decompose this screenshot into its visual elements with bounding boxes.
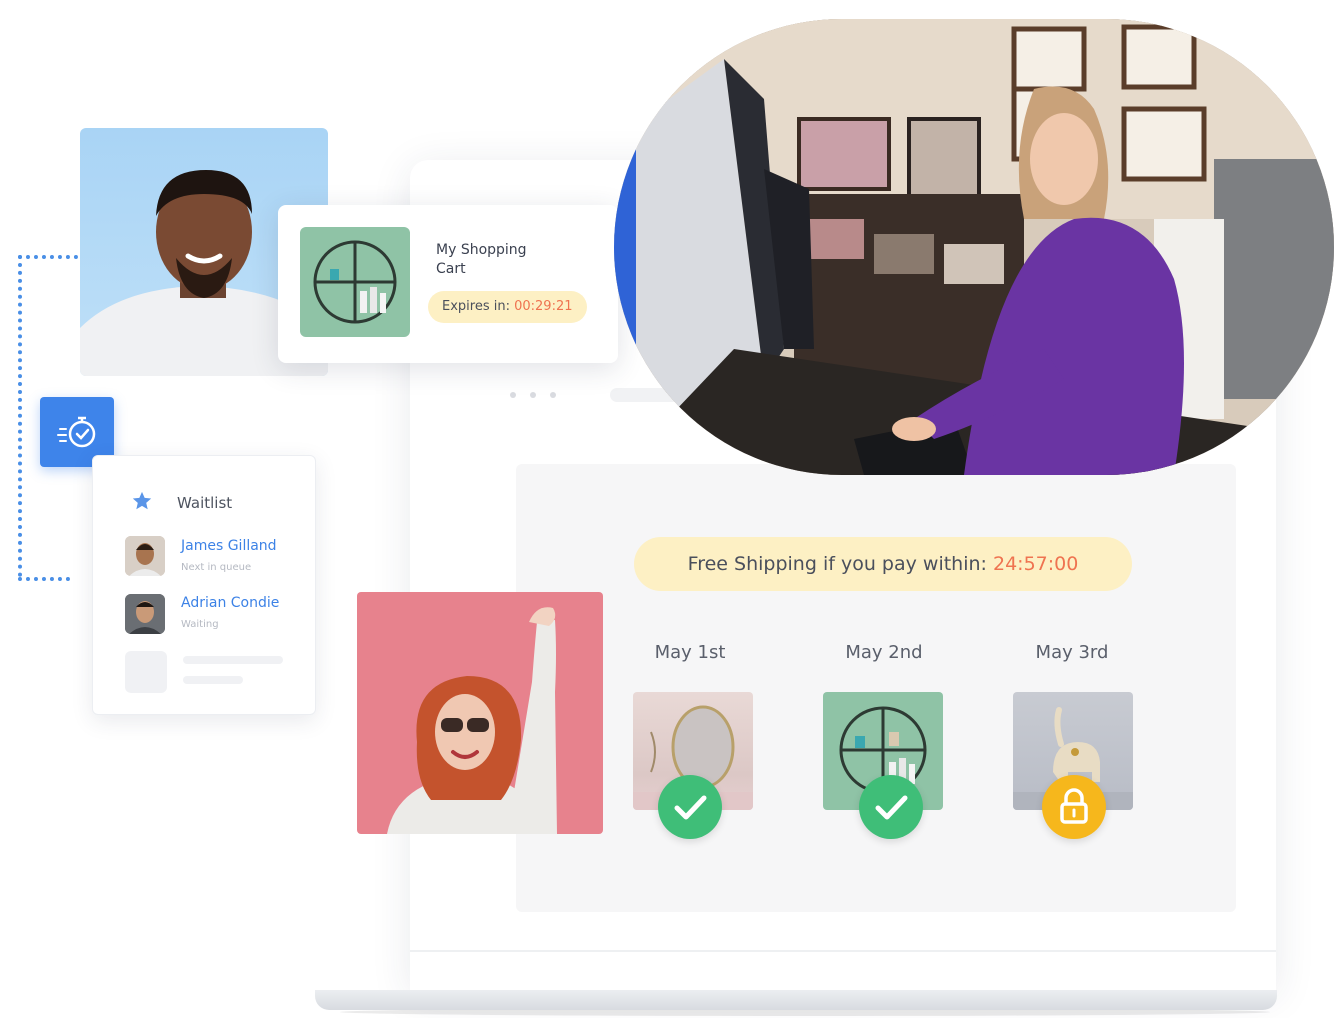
window-dots xyxy=(510,392,556,398)
merchant-office-photo xyxy=(614,19,1334,475)
unlocked-check-1 xyxy=(658,775,722,839)
waitlist-card: Waitlist James Gilland Next in queue Adr… xyxy=(92,455,316,715)
locked-badge-3 xyxy=(1042,775,1106,839)
star-icon xyxy=(132,491,152,510)
shopping-cart-card[interactable]: My Shopping Cart Expires in: 00:29:21 xyxy=(278,205,618,363)
placeholder-line xyxy=(183,676,243,684)
dotted-connector-vertical xyxy=(18,255,22,577)
cart-expiry-pill: Expires in: 00:29:21 xyxy=(428,291,587,323)
placeholder-line xyxy=(183,656,283,664)
shelf-thumbnail-image xyxy=(313,240,397,324)
cart-expiry-timer: 00:29:21 xyxy=(514,299,573,314)
cart-expiry-label: Expires in: xyxy=(442,299,510,314)
free-shipping-banner: Free Shipping if you pay within: 24:57:0… xyxy=(634,537,1132,591)
cheering-woman-image xyxy=(387,607,557,834)
waitlist-name-1[interactable]: James Gilland xyxy=(181,538,277,554)
woman-at-computer-image xyxy=(614,19,1334,475)
waitlist-status-1: Next in queue xyxy=(181,562,252,573)
check-icon xyxy=(875,795,908,820)
dotted-connector-bottom xyxy=(18,577,70,581)
day-label-3: May 3rd xyxy=(1035,642,1109,663)
device-divider xyxy=(410,950,1276,952)
device-base xyxy=(315,990,1277,1010)
check-icon xyxy=(674,795,707,820)
avatar-james-image xyxy=(125,536,165,576)
avatar xyxy=(125,594,165,634)
lock-icon xyxy=(1060,788,1088,824)
device-screen xyxy=(516,464,1236,912)
cart-product-thumbnail xyxy=(300,227,410,337)
customer-photo-woman xyxy=(357,592,603,834)
avatar-adrian-image xyxy=(125,594,165,634)
unlocked-check-2 xyxy=(859,775,923,839)
waitlist-title: Waitlist xyxy=(177,494,233,512)
waitlist-status-2: Waiting xyxy=(181,619,219,630)
free-shipping-timer: 24:57:00 xyxy=(992,553,1079,575)
cart-title: My Shopping Cart xyxy=(436,242,527,277)
free-shipping-label: Free Shipping if you pay within: xyxy=(687,553,987,575)
day-label-1: May 1st xyxy=(654,642,726,663)
avatar xyxy=(125,536,165,576)
placeholder-avatar xyxy=(125,651,167,693)
waitlist-name-2[interactable]: Adrian Condie xyxy=(181,595,279,611)
day-label-2: May 2nd xyxy=(845,642,923,663)
